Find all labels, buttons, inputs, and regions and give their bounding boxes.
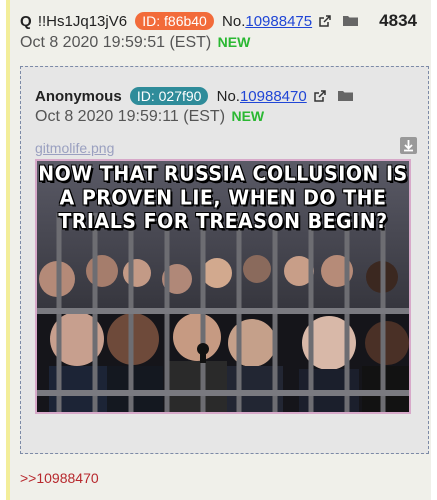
meme-caption: NOW THAT RUSSIA COLLUSION IS A PROVEN LI… bbox=[38, 162, 408, 234]
poster-id-badge[interactable]: ID: f86b40 bbox=[135, 12, 214, 30]
quoted-number-prefix: No. bbox=[216, 88, 240, 105]
quoted-id-badge[interactable]: ID: 027f90 bbox=[129, 87, 209, 105]
external-link-icon[interactable] bbox=[319, 15, 332, 27]
reply-backlink[interactable]: >>10988470 bbox=[20, 470, 99, 486]
download-button[interactable] bbox=[400, 137, 417, 154]
post-count: 4834 bbox=[379, 11, 417, 30]
quoted-poster-name: Anonymous bbox=[35, 88, 122, 105]
quoted-new-label: NEW bbox=[231, 108, 265, 124]
tripcode: !!Hs1Jq13jV6 bbox=[37, 13, 128, 30]
folder-icon[interactable] bbox=[338, 90, 354, 101]
post-number-prefix: No. bbox=[222, 13, 246, 30]
new-label: NEW bbox=[217, 34, 251, 50]
folder-icon[interactable] bbox=[343, 15, 359, 26]
post-header: Q !!Hs1Jq13jV6 ID: f86b40 No.10988475 bbox=[20, 12, 359, 30]
download-icon bbox=[404, 140, 413, 152]
quoted-number-link[interactable]: 10988470 bbox=[240, 88, 307, 105]
quoted-date-text: Oct 8 2020 19:59:11 (EST) bbox=[35, 108, 226, 125]
post-date-text: Oct 8 2020 19:59:51 (EST) bbox=[20, 34, 212, 51]
quoted-date: Oct 8 2020 19:59:11 (EST) NEW bbox=[35, 108, 264, 126]
attachment-image[interactable]: NOW THAT RUSSIA COLLUSION IS A PROVEN LI… bbox=[35, 159, 411, 414]
post-number-link[interactable]: 10988475 bbox=[245, 13, 312, 30]
attachment-filename[interactable]: gitmolife.png bbox=[35, 140, 114, 156]
external-link-icon[interactable] bbox=[314, 90, 326, 102]
quoted-post-header: Anonymous ID: 027f90 No.10988470 bbox=[35, 87, 354, 105]
quoted-post: Anonymous ID: 027f90 No.10988470 Oct 8 2… bbox=[20, 66, 429, 454]
post-container: Q !!Hs1Jq13jV6 ID: f86b40 No.10988475 48… bbox=[6, 0, 431, 500]
poster-name: Q bbox=[20, 13, 32, 30]
post-date: Oct 8 2020 19:59:51 (EST) NEW bbox=[20, 34, 250, 52]
